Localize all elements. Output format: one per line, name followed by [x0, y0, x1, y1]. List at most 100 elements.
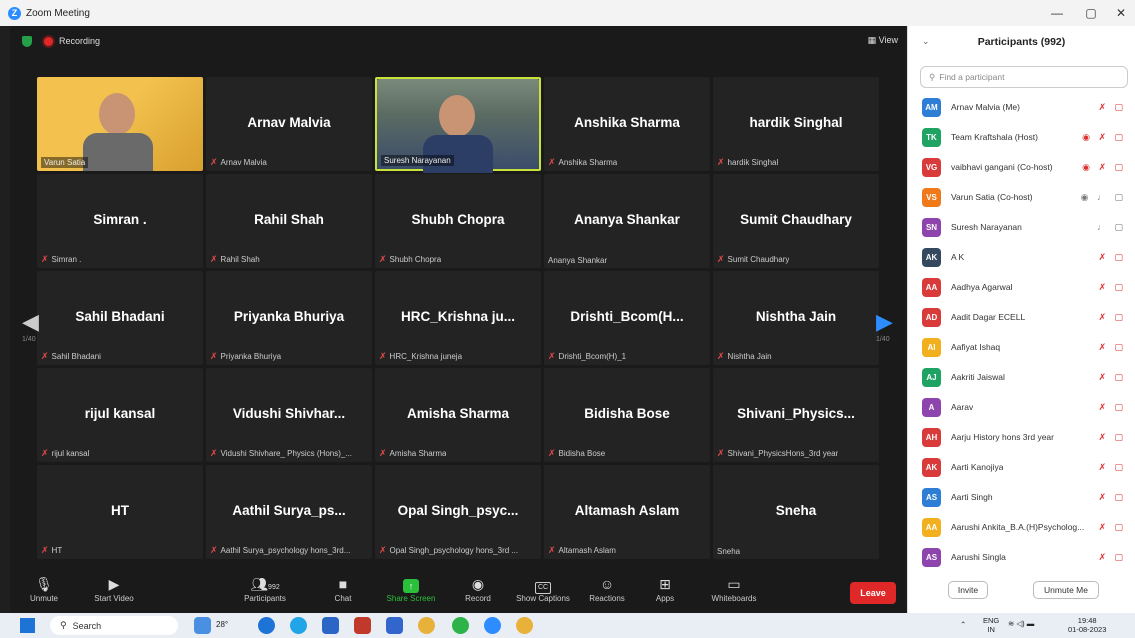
- participant-row[interactable]: AK A K ✗ ▢: [922, 242, 1132, 272]
- participant-tile-label-text: Sneha: [717, 547, 741, 556]
- clock[interactable]: 19:48 01-08-2023: [1068, 616, 1106, 634]
- record-button[interactable]: ◉ Record: [458, 574, 498, 603]
- show-captions-button[interactable]: CC Show Captions: [510, 574, 576, 603]
- participant-tile[interactable]: Simran . ✗ Simran .: [37, 174, 203, 268]
- participant-tile[interactable]: Sneha Sneha: [713, 465, 879, 559]
- participant-status-icons: ✗ ▢: [1098, 311, 1126, 322]
- apps-button[interactable]: ⊞ Apps: [650, 574, 680, 603]
- participants-button[interactable]: 👥︎992 Participants: [230, 574, 300, 603]
- participant-row[interactable]: AH Aarju History hons 3rd year ✗ ▢: [922, 422, 1132, 452]
- participant-row[interactable]: AJ Aakriti Jaiswal ✗ ▢: [922, 362, 1132, 392]
- next-page-arrow-icon[interactable]: ▶: [876, 309, 893, 335]
- participant-tile-label: ✗ Nishtha Jain: [717, 351, 772, 362]
- avatar: AI: [922, 337, 941, 357]
- participant-tile[interactable]: Vidushi Shivhar... ✗ Vidushi Shivhare_ Phy…: [206, 368, 372, 462]
- mic-muted-icon: ✗: [210, 157, 218, 167]
- participant-tile[interactable]: Nishtha Jain ✗ Nishtha Jain: [713, 271, 879, 365]
- participant-tile[interactable]: HT ✗ HT: [37, 465, 203, 559]
- participant-tile[interactable]: Varun Satia: [37, 77, 203, 171]
- participant-tile[interactable]: Sumit Chaudhary ✗ Sumit Chaudhary: [713, 174, 879, 268]
- participant-tile[interactable]: Arnav Malvia ✗ Arnav Malvia: [206, 77, 372, 171]
- chat-app-icon[interactable]: [258, 617, 275, 634]
- powerpoint-icon[interactable]: [354, 617, 371, 634]
- start-video-button[interactable]: ▶ Start Video: [84, 574, 144, 603]
- participant-row[interactable]: AM Arnav Malvia (Me) ✗ ▢: [922, 92, 1132, 122]
- participant-row[interactable]: AS Aarti Singh ✗ ▢: [922, 482, 1132, 512]
- participant-tile-label-text: HRC_Krishna juneja: [389, 352, 463, 361]
- participant-tile[interactable]: Amisha Sharma ✗ Amisha Sharma: [375, 368, 541, 462]
- participant-tile-label-text: Varun Satia: [44, 158, 86, 167]
- participant-tile[interactable]: Shivani_Physics... ✗ Shivani_PhysicsHons_3…: [713, 368, 879, 462]
- participant-tile[interactable]: Shubh Chopra ✗ Shubh Chopra: [375, 174, 541, 268]
- leave-button[interactable]: Leave: [850, 582, 896, 604]
- whatsapp-icon[interactable]: [452, 617, 469, 634]
- participant-search-input[interactable]: ⚲ Find a participant: [920, 66, 1128, 88]
- participant-row[interactable]: SN Suresh Narayanan ♩ ▢: [922, 212, 1132, 242]
- word-icon[interactable]: [322, 617, 339, 634]
- participants-icon: 👥︎992: [250, 576, 280, 592]
- participant-tile[interactable]: HRC_Krishna ju... ✗ HRC_Krishna juneja: [375, 271, 541, 365]
- participant-row[interactable]: TK Team Kraftshala (Host) ◉ ✗ ▢: [922, 122, 1132, 152]
- participant-tile[interactable]: Priyanka Bhuriya ✗ Priyanka Bhuriya: [206, 271, 372, 365]
- chat-button[interactable]: ■ Chat: [328, 574, 358, 603]
- participant-tile-label-text: Ananya Shankar: [548, 256, 608, 265]
- participant-row[interactable]: AI Aafiyat Ishaq ✗ ▢: [922, 332, 1132, 362]
- participant-tile[interactable]: Anshika Sharma ✗ Anshika Sharma: [544, 77, 710, 171]
- participant-row[interactable]: AA Aarushi Ankita_B.A.(H)Psycholog... ✗ ▢: [922, 512, 1132, 542]
- unmute-me-button[interactable]: Unmute Me: [1033, 581, 1099, 599]
- participant-tile[interactable]: Opal Singh_psyc... ✗ Opal Singh_psychology…: [375, 465, 541, 559]
- file-explorer-icon[interactable]: [386, 617, 403, 634]
- participant-tile[interactable]: Ananya Shankar Ananya Shankar: [544, 174, 710, 268]
- participant-tile-name: Sneha: [775, 503, 817, 518]
- unmute-button[interactable]: 🎙︎ Unmute: [24, 574, 64, 603]
- participant-tile[interactable]: Bidisha Bose ✗ Bidisha Bose: [544, 368, 710, 462]
- participant-status-icons: ◉ ✗ ▢: [1082, 131, 1126, 142]
- participant-row[interactable]: AD Aadit Dagar ECELL ✗ ▢: [922, 302, 1132, 332]
- participant-row[interactable]: AK Aarti Kanojiya ✗ ▢: [922, 452, 1132, 482]
- participant-row[interactable]: A Aarav ✗ ▢: [922, 392, 1132, 422]
- view-button[interactable]: ▦ View: [868, 35, 898, 46]
- invite-button[interactable]: Invite: [948, 581, 988, 599]
- participant-tile-label-text: Sumit Chaudhary: [727, 255, 790, 264]
- participant-tile-name: Aathil Surya_ps...: [232, 503, 346, 518]
- restore-button[interactable]: ▢: [1074, 0, 1108, 26]
- participant-row[interactable]: AA Aadhya Agarwal ✗ ▢: [922, 272, 1132, 302]
- tray-chevron-icon[interactable]: ⌃: [960, 620, 966, 629]
- participant-tile[interactable]: Aathil Surya_ps... ✗ Aathil Surya_psycholo…: [206, 465, 372, 559]
- participant-tile[interactable]: Altamash Aslam ✗ Altamash Aslam: [544, 465, 710, 559]
- participant-tile[interactable]: rijul kansal ✗ rijul kansal: [37, 368, 203, 462]
- avatar: AS: [922, 487, 941, 507]
- zoom-logo-icon: Z: [8, 6, 21, 20]
- chrome-2-icon[interactable]: [516, 617, 533, 634]
- edge-browser-icon[interactable]: [290, 617, 307, 634]
- participant-tile-label: Ananya Shankar: [548, 256, 607, 265]
- participant-tile[interactable]: Rahil Shah ✗ Rahil Shah: [206, 174, 372, 268]
- participant-tile-name: Shivani_Physics...: [737, 406, 855, 421]
- participant-row[interactable]: AS Aarushi Singla ✗ ▢: [922, 542, 1132, 572]
- participant-tile-label: ✗ Altamash Aslam: [548, 545, 616, 556]
- prev-page-arrow-icon[interactable]: ◀: [22, 309, 39, 335]
- language-indicator[interactable]: ENG IN: [983, 616, 999, 634]
- share-screen-button[interactable]: ↑ Share Screen: [382, 574, 440, 603]
- network-sound-battery-icon[interactable]: ≋ ◁) ▬: [1008, 619, 1034, 628]
- zoom-taskbar-icon[interactable]: [484, 617, 501, 634]
- participant-status-icons: ✗ ▢: [1098, 491, 1126, 502]
- participant-name: Team Kraftshala (Host): [951, 132, 1038, 142]
- avatar: AD: [922, 307, 941, 327]
- taskbar-search-box[interactable]: ⚲ Search: [50, 616, 178, 635]
- windows-start-icon[interactable]: [20, 618, 35, 633]
- apps-icon: ⊞: [659, 576, 671, 592]
- close-button[interactable]: ✕: [1104, 0, 1135, 26]
- participant-row[interactable]: VS Varun Satia (Co-host) ◉ ♩ ▢: [922, 182, 1132, 212]
- participant-tile[interactable]: hardik Singhal ✗ hardik Singhal: [713, 77, 879, 171]
- widgets-icon[interactable]: [194, 617, 211, 634]
- participant-tile[interactable]: Sahil Bhadani ✗ Sahil Bhadani: [37, 271, 203, 365]
- participant-tile[interactable]: Suresh Narayanan: [375, 77, 541, 173]
- share-screen-icon: ↑: [382, 574, 440, 594]
- participant-tile[interactable]: Drishti_Bcom(H... ✗ Drishti_Bcom(H)_1: [544, 271, 710, 365]
- whiteboards-button[interactable]: ▭ Whiteboards: [704, 574, 764, 603]
- chrome-icon[interactable]: [418, 617, 435, 634]
- participant-row[interactable]: VG vaibhavi gangani (Co-host) ◉ ✗ ▢: [922, 152, 1132, 182]
- minimize-button[interactable]: —: [1040, 0, 1074, 26]
- reactions-button[interactable]: ☺ Reactions: [584, 574, 630, 603]
